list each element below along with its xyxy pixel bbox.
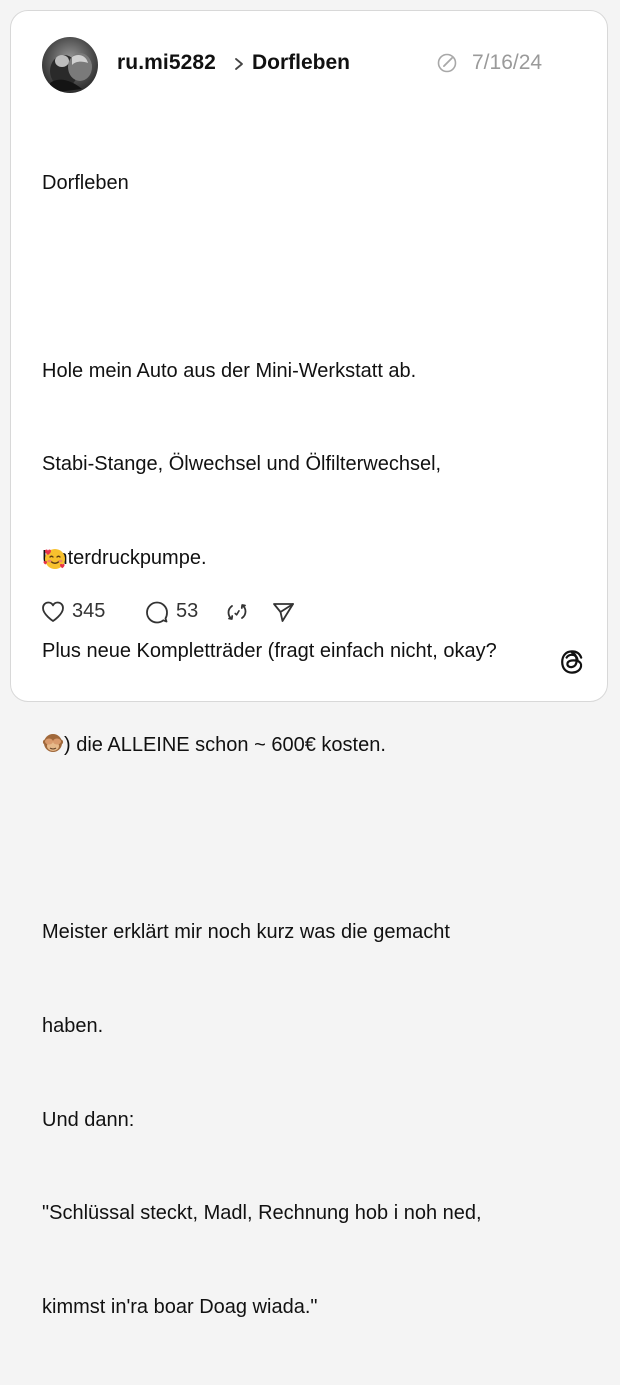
post-header: ru.mi5282 Dorfleben 7/16/24 (42, 37, 562, 93)
avatar[interactable] (42, 37, 98, 93)
see-no-evil-monkey-icon (42, 734, 64, 753)
comment-button[interactable]: 53 (144, 597, 208, 627)
post-date[interactable]: 7/16/24 (472, 51, 542, 75)
share-button[interactable] (270, 597, 300, 627)
share-send-icon (273, 603, 294, 622)
smiling-face-with-hearts-icon (43, 549, 65, 569)
body-line-empty (42, 824, 582, 855)
heart-icon (42, 601, 64, 622)
community-link[interactable]: Dorfleben (252, 51, 350, 75)
body-line-empty (42, 262, 582, 293)
body-line: Meister erklärt mir noch kurz was die ge… (42, 921, 450, 944)
body-line: Plus neue Kompletträder (fragt einfach n… (42, 640, 497, 663)
like-button[interactable]: 345 (40, 597, 120, 627)
body-line: "Schlüssal steckt, Madl, Rechnung hob i … (42, 1202, 482, 1225)
post-card: ru.mi5282 Dorfleben 7/16/24 Dorfleben Ho… (10, 10, 608, 1318)
body-line: kimmst in'ra boar Doag wiada." (42, 1295, 318, 1318)
comment-bubble-icon (146, 601, 168, 624)
username[interactable]: ru.mi5282 (117, 51, 216, 75)
body-line: Stabi-Stange, Ölwechsel und Ölfilterwech… (42, 453, 442, 476)
like-count: 345 (72, 600, 106, 622)
emoji-line (42, 546, 68, 577)
body-line: Dorfleben (42, 172, 129, 195)
post-body: Dorfleben Hole mein Auto aus der Mini-We… (42, 106, 582, 1385)
body-line-with-emoji: ) die ALLEINE schon ~ 600€ kosten. (42, 730, 582, 761)
body-line: Und dann: (42, 1108, 135, 1131)
body-line-text: ) die ALLEINE schon ~ 600€ kosten. (64, 734, 386, 757)
comment-count: 53 (176, 600, 199, 622)
body-line: Unterdruckpumpe. (42, 546, 207, 569)
repost-icon (227, 604, 247, 620)
threads-logo-icon[interactable] (558, 648, 586, 676)
edited-pencil-icon (437, 53, 457, 73)
body-line: Hole mein Auto aus der Mini-Werkstatt ab… (42, 359, 417, 382)
chevron-right-icon (235, 58, 243, 70)
repost-button[interactable] (224, 597, 254, 627)
body-line: haben. (42, 1014, 104, 1037)
